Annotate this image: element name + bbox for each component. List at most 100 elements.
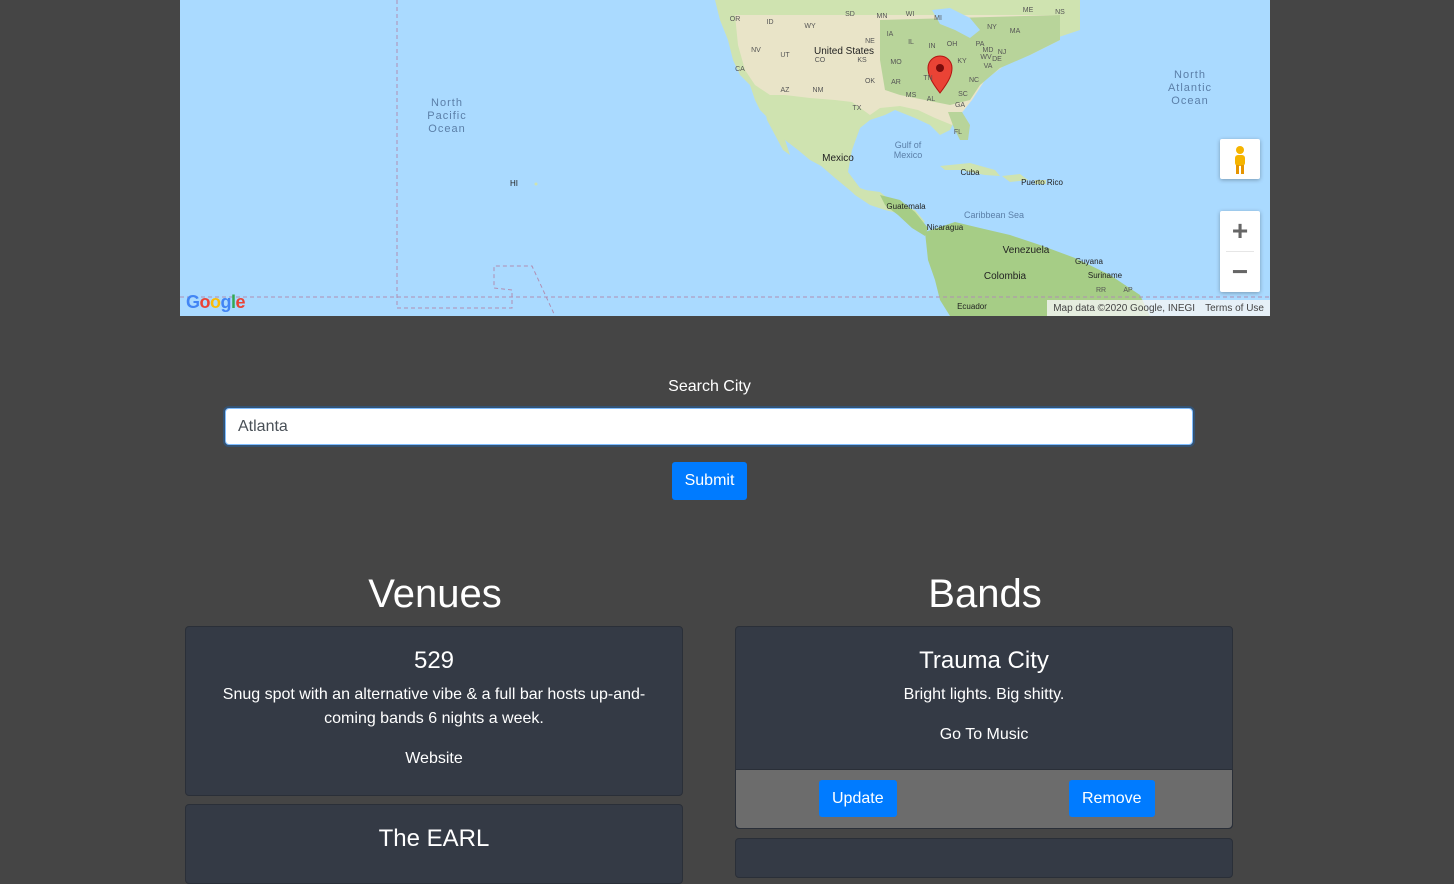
label-venezuela: Venezuela <box>1003 245 1050 256</box>
label-gulf-1: Gulf of <box>895 140 922 150</box>
state-label: IL <box>908 39 914 46</box>
state-label: MA <box>1010 28 1021 35</box>
venue-card: 529 Snug spot with an alternative vibe &… <box>185 626 683 796</box>
label-gulf-2: Mexico <box>894 150 923 160</box>
state-label: SD <box>845 11 855 18</box>
state-label: MI <box>934 15 942 22</box>
hawaii-island <box>534 182 538 186</box>
map-data-credit: Map data ©2020 Google, INEGI <box>1053 302 1196 314</box>
label-cuba: Cuba <box>960 168 980 177</box>
label-guyana: Guyana <box>1075 257 1104 266</box>
state-label: AR <box>891 79 901 86</box>
zoom-control: + − <box>1220 211 1260 292</box>
label-north-pacific-3: Ocean <box>428 123 465 135</box>
band-card: Trauma City Bright lights. Big shitty. G… <box>735 626 1233 829</box>
label-guatemala: Guatemala <box>886 202 926 211</box>
state-label: RR <box>1096 287 1106 294</box>
google-logo-letter: G <box>186 292 200 312</box>
map-canvas[interactable]: North Pacific Ocean North Atlantic Ocean… <box>180 0 1270 316</box>
label-ecuador: Ecuador <box>957 302 987 311</box>
band-music-link[interactable]: Go To Music <box>940 723 1029 747</box>
label-nicaragua: Nicaragua <box>927 223 964 232</box>
label-colombia: Colombia <box>984 271 1027 282</box>
state-label: SC <box>958 91 968 98</box>
label-suriname: Suriname <box>1088 271 1123 280</box>
google-logo-letter: g <box>220 292 232 312</box>
band-name: Trauma City <box>919 647 1049 674</box>
state-label: DE <box>992 56 1002 63</box>
state-label: OK <box>865 78 875 85</box>
venue-website-link[interactable]: Website <box>405 747 463 771</box>
map-credit-bar: Map data ©2020 Google, INEGI Terms of Us… <box>1047 300 1270 316</box>
update-button[interactable]: Update <box>819 780 897 817</box>
label-united-states: United States <box>814 46 874 57</box>
state-label: IN <box>929 43 936 50</box>
state-label: NY <box>987 24 997 31</box>
search-city-label: Search City <box>668 378 751 395</box>
state-label: TN <box>923 75 932 82</box>
state-label: VA <box>984 63 993 70</box>
google-map[interactable]: North Pacific Ocean North Atlantic Ocean… <box>180 0 1270 316</box>
state-label: ME <box>1023 7 1034 14</box>
band-description: Bright lights. Big shitty. <box>903 686 1065 703</box>
zoom-out-button[interactable]: − <box>1220 252 1260 292</box>
state-label: NM <box>813 87 824 94</box>
venue-name: The EARL <box>378 825 490 852</box>
google-logo[interactable]: Google <box>186 292 246 313</box>
band-card-footer: Update Remove <box>736 769 1232 828</box>
search-city-input[interactable] <box>225 408 1193 445</box>
state-label: FL <box>954 129 962 136</box>
state-label: OH <box>947 41 958 48</box>
state-label: CO <box>815 57 826 64</box>
state-label: IA <box>887 31 894 38</box>
state-label: NC <box>969 77 979 84</box>
label-north-atlantic-2: Atlantic <box>1168 82 1212 94</box>
label-north-atlantic-3: Ocean <box>1171 95 1208 107</box>
terms-of-use-link[interactable]: Terms of Use <box>1205 303 1264 314</box>
venue-name: 529 <box>413 647 455 674</box>
state-label: WI <box>906 11 915 18</box>
remove-button[interactable]: Remove <box>1069 780 1155 817</box>
label-hawaii: HI <box>510 179 518 188</box>
state-label: NV <box>751 47 761 54</box>
state-label: WY <box>804 23 816 30</box>
state-label: OR <box>730 16 741 23</box>
google-logo-letter: o <box>210 292 221 312</box>
street-view-pegman-button[interactable] <box>1220 139 1260 179</box>
date-line-boundary <box>396 0 556 316</box>
state-label: CA <box>735 66 745 73</box>
state-label: WV <box>980 54 992 61</box>
label-mexico: Mexico <box>822 153 854 164</box>
zoom-in-button[interactable]: + <box>1220 211 1260 251</box>
google-logo-letter: e <box>235 292 246 312</box>
state-label: NS <box>1055 9 1065 16</box>
label-north-pacific-1: North <box>431 97 463 109</box>
state-label: NE <box>865 38 875 45</box>
state-label: MO <box>890 59 902 66</box>
label-puerto-rico: Puerto Rico <box>1021 178 1063 187</box>
pegman-icon <box>1235 146 1245 174</box>
submit-button[interactable]: Submit <box>672 462 747 500</box>
state-label: TX <box>853 105 862 112</box>
state-label: NJ <box>998 49 1007 56</box>
state-label: MD <box>983 47 994 54</box>
bands-heading: Bands <box>928 572 1042 616</box>
state-label: MN <box>877 13 888 20</box>
band-card <box>735 838 1233 878</box>
state-label: ID <box>767 19 774 26</box>
venue-description: Snug spot with an alternative vibe & a f… <box>222 686 646 727</box>
venues-heading: Venues <box>368 572 502 616</box>
state-label: GA <box>955 102 965 109</box>
google-logo-letter: o <box>199 292 211 312</box>
state-label: AZ <box>781 87 791 94</box>
state-label: AL <box>927 96 936 103</box>
state-label: UT <box>780 52 790 59</box>
label-north-pacific-2: Pacific <box>427 110 466 122</box>
state-label: KS <box>857 57 867 64</box>
state-label: KY <box>957 58 967 65</box>
label-caribbean: Caribbean Sea <box>964 210 1024 220</box>
venue-card: The EARL <box>185 804 683 884</box>
state-label: AP <box>1123 287 1133 294</box>
state-label: MS <box>906 92 917 99</box>
label-north-atlantic-1: North <box>1174 69 1206 81</box>
